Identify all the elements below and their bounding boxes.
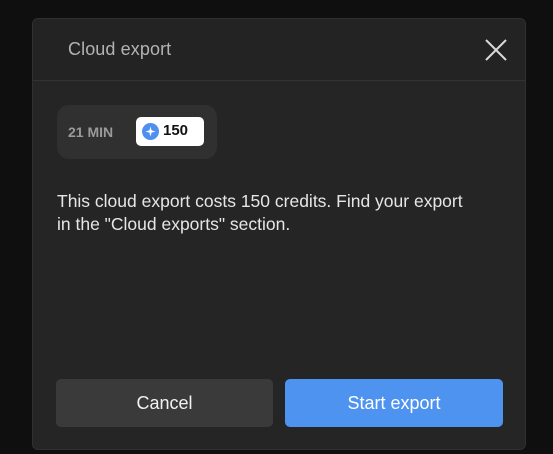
close-icon [485, 39, 507, 61]
export-summary-pill: 21 MIN 150 [57, 105, 217, 159]
cloud-export-dialog: Cloud export 21 MIN 150 This cloud expor… [32, 18, 526, 450]
dialog-header: Cloud export [33, 19, 525, 81]
close-button[interactable] [483, 37, 509, 63]
cancel-button[interactable]: Cancel [56, 379, 273, 427]
dialog-title: Cloud export [68, 39, 172, 59]
export-description: This cloud export costs 150 credits. Fin… [57, 191, 463, 234]
credit-coin-icon [142, 123, 159, 140]
credit-badge: 150 [136, 117, 204, 146]
duration-label: 21 MIN [68, 124, 114, 140]
credit-amount: 150 [163, 122, 189, 139]
start-export-button[interactable]: Start export [285, 379, 503, 427]
